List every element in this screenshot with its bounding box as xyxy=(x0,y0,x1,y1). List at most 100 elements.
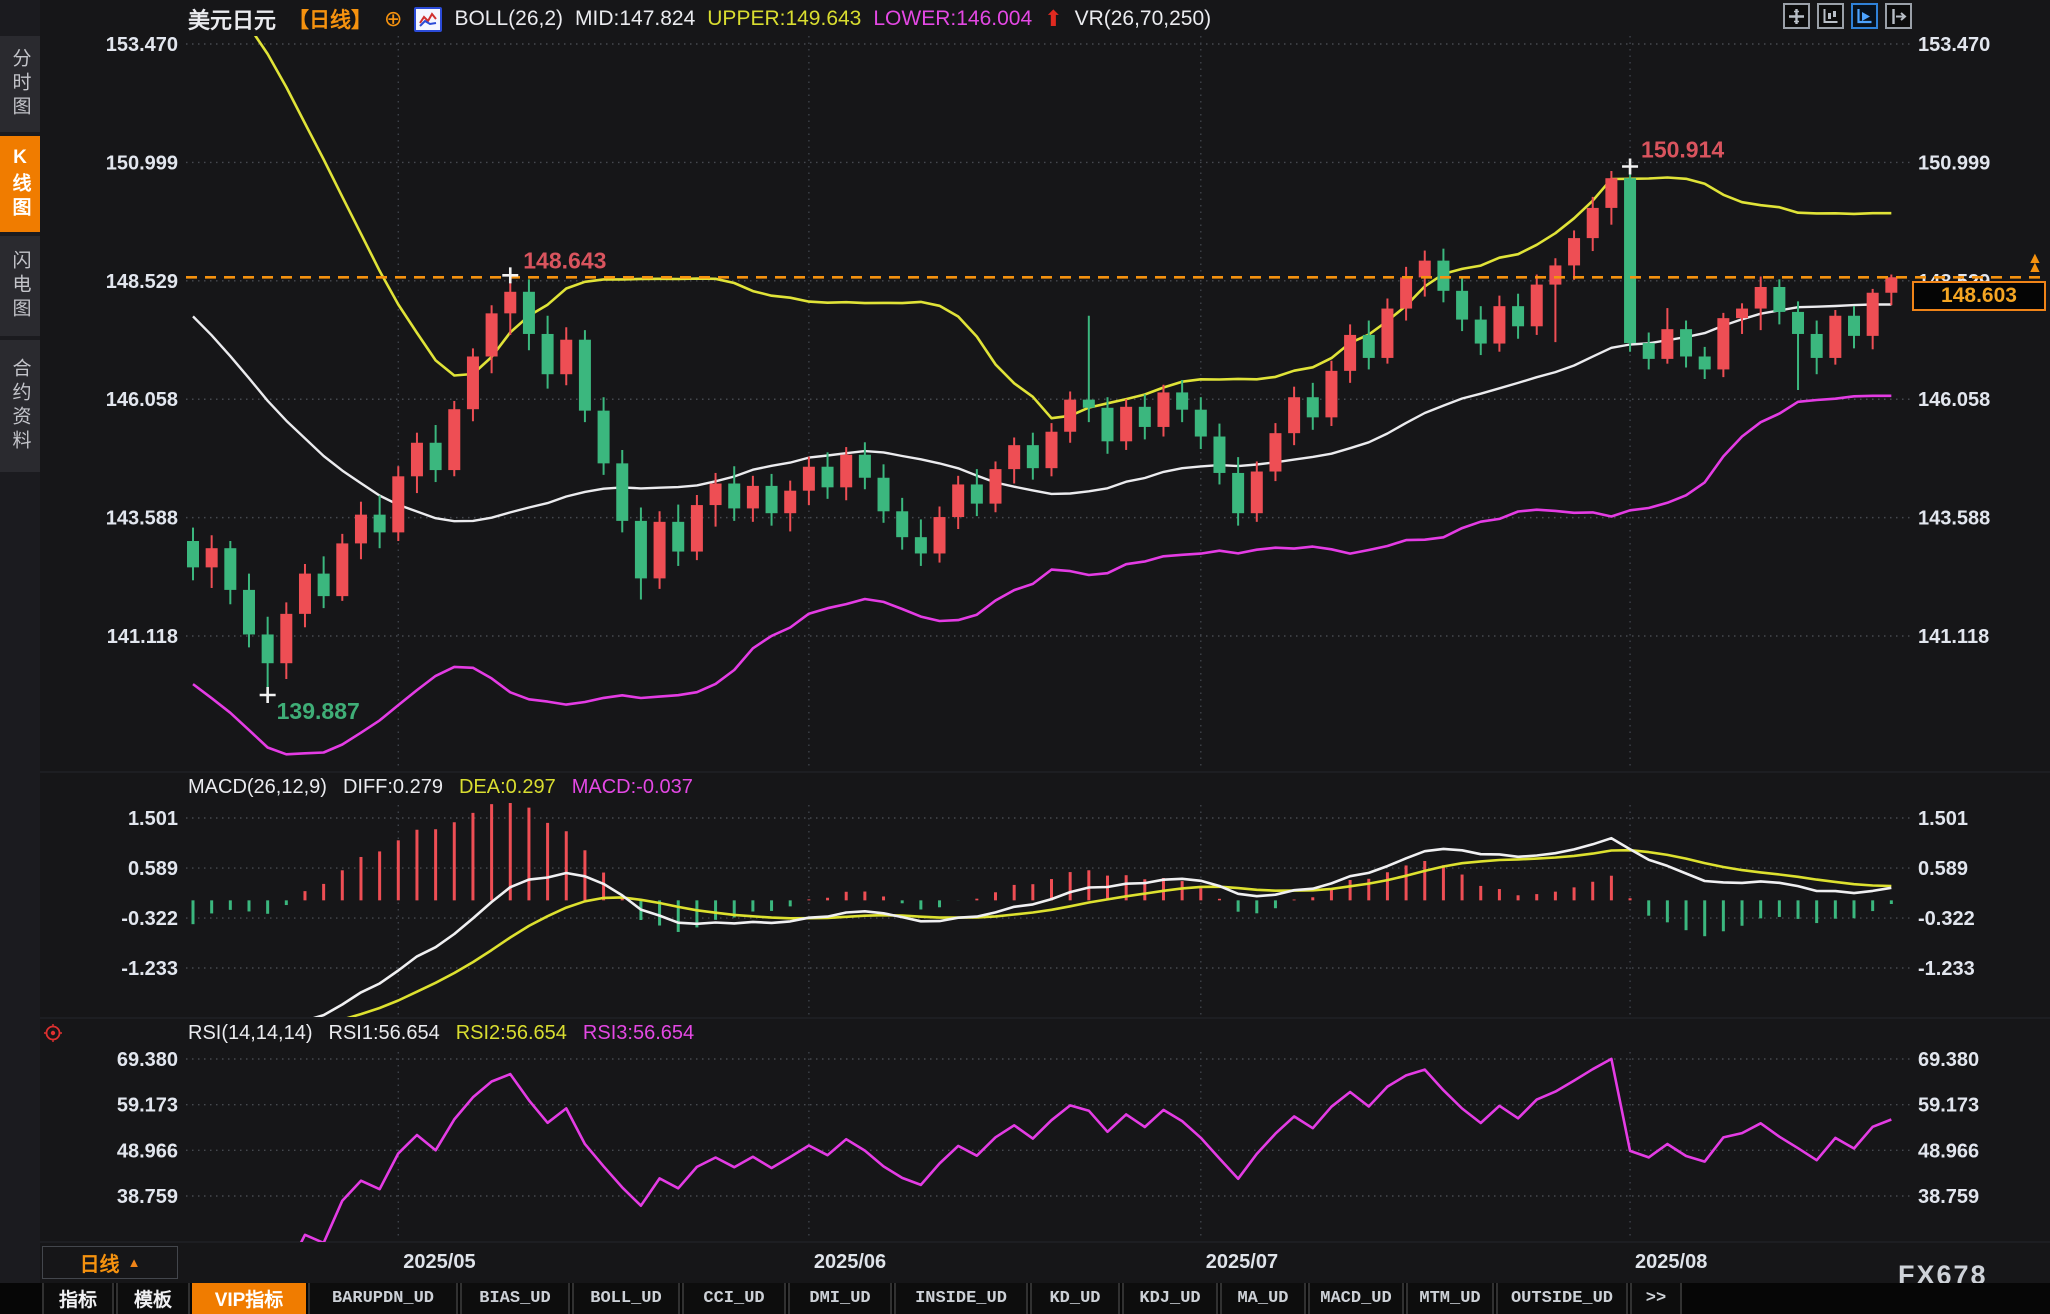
candle-body xyxy=(1531,285,1543,327)
candle-body xyxy=(1456,291,1468,320)
candle-body xyxy=(1101,408,1113,442)
tab-kdj-ud[interactable]: KDJ_UD xyxy=(1122,1283,1218,1314)
candle-body xyxy=(1736,309,1748,319)
chart-canvas[interactable]: 153.470153.470150.999150.999148.529148.5… xyxy=(0,0,2050,1314)
tab-macd-ud[interactable]: MACD_UD xyxy=(1308,1283,1404,1314)
macd-hist-value: MACD:-0.037 xyxy=(572,776,693,799)
axis-tick-label: -0.322 xyxy=(121,908,178,930)
boll-lower-value: LOWER:146.004 xyxy=(873,7,1032,31)
tab-more[interactable]: >> xyxy=(1630,1283,1682,1314)
shift-axis-tool-icon[interactable] xyxy=(1885,3,1912,29)
macd-dea-value: DEA:0.297 xyxy=(459,776,556,799)
play-axis-tool-icon[interactable] xyxy=(1851,3,1878,29)
tab-templates[interactable]: 模板 xyxy=(116,1283,190,1314)
axis-tick-label: 146.058 xyxy=(106,389,178,411)
month-label-3: 2025/08 xyxy=(1635,1251,1707,1274)
candle-body xyxy=(691,505,703,551)
axis-tick-label: 150.999 xyxy=(1918,152,1990,174)
period-selector[interactable]: 日线 ▲ xyxy=(42,1246,178,1279)
tab-mtm-ud[interactable]: MTM_UD xyxy=(1406,1283,1494,1314)
candle-body xyxy=(486,313,498,356)
tab-kd-ud[interactable]: KD_UD xyxy=(1030,1283,1120,1314)
tab-dmi-ud[interactable]: DMI_UD xyxy=(788,1283,892,1314)
candle-body xyxy=(747,486,759,509)
candle-body xyxy=(896,511,908,537)
add-indicator-icon[interactable]: ⊕ xyxy=(384,9,402,29)
indicator-tabbar: 指标 模板 VIP指标 BARUPDN_UD BIAS_UD BOLL_UD C… xyxy=(0,1283,2050,1314)
axis-tick-label: 143.588 xyxy=(106,508,178,530)
candle-body xyxy=(1437,261,1449,291)
macd-diff-value: DIFF:0.279 xyxy=(343,776,443,799)
vr-param-label: VR(26,70,250) xyxy=(1075,7,1212,31)
candle-body xyxy=(1120,407,1132,442)
candle-body xyxy=(1307,397,1319,417)
axis-tick-label: 59.173 xyxy=(1918,1095,1979,1117)
swing-price-label: 148.643 xyxy=(523,247,606,273)
candle-body xyxy=(1400,277,1412,308)
move-tool-icon[interactable] xyxy=(1783,3,1810,29)
axis-tick-label: 153.470 xyxy=(106,34,178,56)
rsi-line xyxy=(193,1059,1891,1314)
candle-body xyxy=(1381,309,1393,358)
candle-axis-tool-icon[interactable] xyxy=(1817,3,1844,29)
price-up-arrow-icon: ▲▲ xyxy=(2027,254,2043,272)
tab-vip-indicators[interactable]: VIP指标 xyxy=(192,1283,306,1314)
axis-tick-label: 48.966 xyxy=(117,1140,178,1162)
candle-body xyxy=(728,483,740,508)
candle-body xyxy=(1549,265,1561,284)
candle-body xyxy=(336,543,348,596)
axis-tick-label: 69.380 xyxy=(1918,1049,1979,1071)
candle-body xyxy=(542,334,554,374)
tab-bias-ud[interactable]: BIAS_UD xyxy=(460,1283,570,1314)
period-arrow-icon: ▲ xyxy=(128,1255,141,1270)
rsi-param-label: RSI(14,14,14) xyxy=(188,1022,313,1045)
tab-ma-ud[interactable]: MA_UD xyxy=(1220,1283,1306,1314)
tab-boll-ud[interactable]: BOLL_UD xyxy=(572,1283,680,1314)
tab-indicators[interactable]: 指标 xyxy=(42,1283,114,1314)
boll-upper-value: UPPER:149.643 xyxy=(707,7,861,31)
candle-body xyxy=(1587,208,1599,238)
candle-body xyxy=(1325,371,1337,417)
candle-body xyxy=(1064,400,1076,432)
boll-mid-value: MID:147.824 xyxy=(575,7,695,31)
axis-tick-label: 141.118 xyxy=(1918,626,1989,648)
candle-body xyxy=(859,455,871,478)
tab-cci-ud[interactable]: CCI_UD xyxy=(682,1283,786,1314)
candle-body xyxy=(710,483,722,505)
candle-body xyxy=(1269,433,1281,471)
axis-tick-label: 59.173 xyxy=(117,1095,178,1117)
tab-outside-ud[interactable]: OUTSIDE_UD xyxy=(1496,1283,1628,1314)
candle-body xyxy=(1288,397,1300,433)
boll-upper-line xyxy=(193,0,1891,418)
trading-app-window: { "header": { "symbol": "美元日元", "period_… xyxy=(0,0,2050,1314)
symbol-title: 美元日元 xyxy=(188,3,276,35)
month-label-2: 2025/07 xyxy=(1206,1251,1278,1274)
axis-tick-label: 0.589 xyxy=(128,858,178,880)
candle-body xyxy=(1045,432,1057,468)
axis-tick-label: 48.966 xyxy=(1918,1140,1979,1162)
axis-tick-label: 141.118 xyxy=(107,626,178,648)
swing-price-label: 150.914 xyxy=(1641,137,1724,163)
candle-body xyxy=(280,614,292,663)
axis-tick-label: 69.380 xyxy=(117,1049,178,1071)
candle-body xyxy=(1867,293,1879,336)
candle-body xyxy=(1829,316,1841,358)
tab-inside-ud[interactable]: INSIDE_UD xyxy=(894,1283,1028,1314)
candle-body xyxy=(1083,400,1095,408)
candle-body xyxy=(392,476,404,532)
candle-body xyxy=(430,443,442,470)
candle-body xyxy=(934,517,946,553)
candle-body xyxy=(1195,410,1207,437)
mini-chart-icon[interactable] xyxy=(414,7,442,32)
candle-body xyxy=(1213,437,1225,473)
tab-barupdn-ud[interactable]: BARUPDN_UD xyxy=(308,1283,458,1314)
boll-mid-line xyxy=(193,305,1891,522)
candle-body xyxy=(1027,445,1039,468)
candle-body xyxy=(411,443,423,477)
period-tag: 【日线】 xyxy=(288,4,372,34)
candle-body xyxy=(822,467,834,488)
macd-param-label: MACD(26,12,9) xyxy=(188,776,327,799)
alert-target-icon[interactable] xyxy=(44,1024,62,1047)
candle-body xyxy=(1344,335,1356,371)
candle-body xyxy=(1717,318,1729,369)
